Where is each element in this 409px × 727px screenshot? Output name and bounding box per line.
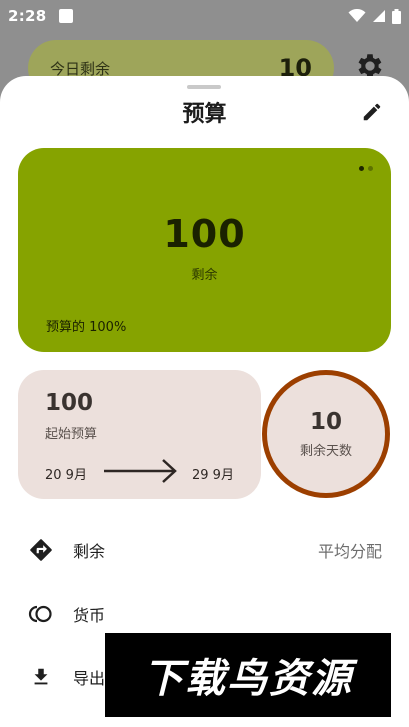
edit-button[interactable] xyxy=(356,96,388,128)
days-remaining-value: 10 xyxy=(309,409,342,435)
date-end: 29 9月 xyxy=(192,468,234,483)
date-start: 20 9月 xyxy=(45,468,87,483)
start-budget-card[interactable]: 100 起始预算 20 9月 29 9月 xyxy=(18,370,261,499)
budget-percent-label: 预算的 100% xyxy=(46,320,127,335)
sheet-title: 预算 xyxy=(182,102,227,127)
row-export-label: 导出 xyxy=(73,669,106,688)
status-time: 2:28 xyxy=(8,7,47,25)
pencil-icon xyxy=(363,103,381,121)
wifi-icon xyxy=(348,9,366,22)
remaining-amount: 100 xyxy=(163,212,246,256)
start-budget-label: 起始预算 xyxy=(45,427,98,442)
drag-handle[interactable] xyxy=(187,85,221,89)
page-indicator xyxy=(359,166,373,171)
download-icon xyxy=(28,664,54,690)
page-dot-inactive xyxy=(368,166,373,171)
status-icons xyxy=(348,8,401,24)
notification-icon xyxy=(58,9,73,23)
watermark-text: 下载鸟资源 xyxy=(143,656,353,702)
remaining-label: 剩余 xyxy=(191,268,218,283)
budget-bottom-sheet: 预算 100 剩余 预算的 100% 100 起始预算 20 9月 29 9月 … xyxy=(0,76,409,727)
battery-icon xyxy=(392,8,401,24)
days-remaining-circle[interactable]: 10 剩余天数 xyxy=(262,370,390,498)
signal-icon xyxy=(373,10,385,22)
days-remaining-label: 剩余天数 xyxy=(299,444,352,459)
row-remaining-value: 平均分配 xyxy=(317,542,382,561)
start-budget-amount: 100 xyxy=(45,390,94,416)
page-dot-active xyxy=(359,166,364,171)
currency-icon xyxy=(28,601,54,627)
row-remaining[interactable]: 剩余 平均分配 xyxy=(0,522,409,578)
arrow-right-icon xyxy=(104,459,177,483)
row-currency-label: 货币 xyxy=(73,606,106,625)
direction-sign-icon xyxy=(28,537,54,563)
row-remaining-label: 剩余 xyxy=(73,542,106,561)
remaining-card[interactable]: 100 剩余 预算的 100% xyxy=(18,148,391,352)
watermark-banner: 下载鸟资源 xyxy=(105,633,391,717)
status-bar: 2:28 xyxy=(0,0,409,32)
